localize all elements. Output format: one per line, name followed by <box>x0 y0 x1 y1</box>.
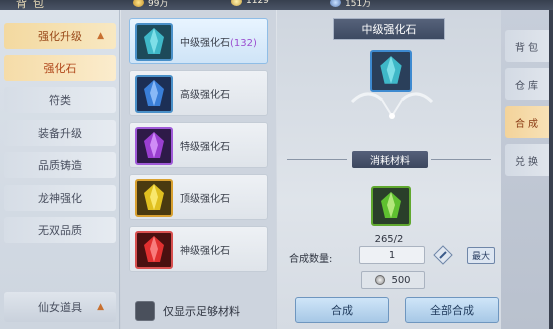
menu-item-label: 龙神强化 <box>38 192 82 205</box>
crystal-icon <box>144 236 164 262</box>
menu-bottom-label: 仙女道具 <box>38 301 82 314</box>
materials-label: 消耗材料 <box>352 151 428 168</box>
cost-display: 500 <box>361 271 425 289</box>
menu-category-upgrade[interactable]: 强化升级 ▲ <box>4 23 116 49</box>
menu-item-enhance-stone[interactable]: 强化石 <box>4 55 116 81</box>
filter-label: 仅显示足够材料 <box>163 305 240 318</box>
max-button[interactable]: 最大 <box>467 247 495 264</box>
chevron-up-icon: ▲ <box>97 31 104 41</box>
menu-item-label: 符类 <box>49 94 71 107</box>
resource-gold: 99万 <box>133 0 168 9</box>
side-tabs: 背包 仓库 合成 兑换 <box>501 10 553 329</box>
crystal-icon <box>144 184 164 210</box>
chevron-up-icon: ▲ <box>97 302 104 312</box>
quantity-input[interactable]: 1 <box>359 246 425 264</box>
quantity-label: 合成数量: <box>289 254 333 265</box>
resource-ingot-value: 1129 <box>246 0 269 6</box>
list-item[interactable]: 顶级强化石 <box>129 174 268 220</box>
material-count: 265/2 <box>374 234 404 245</box>
menu-item-label: 强化石 <box>43 62 77 75</box>
item-name: 神级强化石 <box>180 246 230 257</box>
list-item[interactable]: 高级强化石 <box>129 70 268 116</box>
resource-ingot: 1129 <box>231 0 269 6</box>
resource-gold-value: 99万 <box>148 0 169 9</box>
list-item[interactable]: 神级强化石 <box>129 226 268 272</box>
menu-item-label: 品质铸造 <box>38 159 82 172</box>
menu-item-label: 无双品质 <box>38 224 82 237</box>
crystal-icon <box>144 80 164 106</box>
divider-right <box>431 159 491 160</box>
category-menu: 强化升级 ▲ 强化石 符类 装备升级 品质铸造 龙神强化 无双品质 仙女道具 ▲ <box>0 10 120 329</box>
menu-item-talisman[interactable]: 符类 <box>4 87 116 113</box>
menu-item-dragon-enhance[interactable]: 龙神强化 <box>4 185 116 211</box>
resource-silver-value: 151万 <box>345 0 372 9</box>
silver-coin-icon <box>375 275 386 285</box>
craft-detail-panel: 中级强化石 消耗材料 265/2 合成数量: 1 最大 500 合成 全部合成 <box>277 10 501 329</box>
craft-all-button[interactable]: 全部合成 <box>405 297 499 323</box>
menu-item-equip-upgrade[interactable]: 装备升级 <box>4 120 116 146</box>
item-name: 特级强化石 <box>180 142 230 153</box>
screen-edge <box>549 10 553 329</box>
craft-button[interactable]: 合成 <box>295 297 389 323</box>
crystal-icon <box>144 132 164 158</box>
adjust-quantity-icon[interactable] <box>433 245 453 265</box>
gem-icon-slot <box>135 127 173 165</box>
tab-bag[interactable]: 背包 <box>505 30 551 62</box>
gem-icon-slot <box>135 231 173 269</box>
gem-icon-slot <box>135 23 173 61</box>
item-name: 中级强化石(132) <box>180 38 257 49</box>
resource-silver: 151万 <box>330 0 371 9</box>
tab-warehouse[interactable]: 仓库 <box>505 68 551 100</box>
item-name: 顶级强化石 <box>180 194 230 205</box>
silver-coin-icon <box>330 0 341 7</box>
target-item-title: 中级强化石 <box>333 18 445 40</box>
inventory-window: 背包 99万 1129 151万 强化升级 ▲ 强化石 符类 装备升级 品质铸造 <box>0 0 553 329</box>
top-bar: 背包 99万 1129 151万 <box>0 0 553 10</box>
menu-category-label: 强化升级 <box>38 30 82 43</box>
filter-row: 仅显示足够材料 <box>135 301 240 321</box>
enough-materials-checkbox[interactable] <box>135 301 155 321</box>
crystal-icon <box>144 28 164 54</box>
gem-icon-slot <box>135 179 173 217</box>
menu-fairy-items[interactable]: 仙女道具 ▲ <box>4 292 116 322</box>
gold-coin-icon <box>133 0 144 7</box>
menu-item-label: 装备升级 <box>38 127 82 140</box>
ingot-icon <box>231 0 242 6</box>
menu-item-quality-forge[interactable]: 品质铸造 <box>4 152 116 178</box>
crystal-icon <box>381 192 401 218</box>
crystal-icon <box>380 56 402 84</box>
stone-list: 中级强化石(132) 高级强化石 特级强化石 顶级强化石 神级强化石 仅显示足够… <box>121 10 276 329</box>
tab-exchange[interactable]: 兑换 <box>505 144 551 176</box>
tab-craft[interactable]: 合成 <box>505 106 551 138</box>
material-gem-slot <box>371 186 411 226</box>
divider-left <box>287 159 347 160</box>
item-name: 高级强化石 <box>180 90 230 101</box>
gem-icon-slot <box>135 75 173 113</box>
list-item[interactable]: 中级强化石(132) <box>129 18 268 64</box>
menu-item-peerless-quality[interactable]: 无双品质 <box>4 217 116 243</box>
cost-value: 500 <box>391 274 411 286</box>
list-item[interactable]: 特级强化石 <box>129 122 268 168</box>
target-gem-slot <box>370 50 412 92</box>
